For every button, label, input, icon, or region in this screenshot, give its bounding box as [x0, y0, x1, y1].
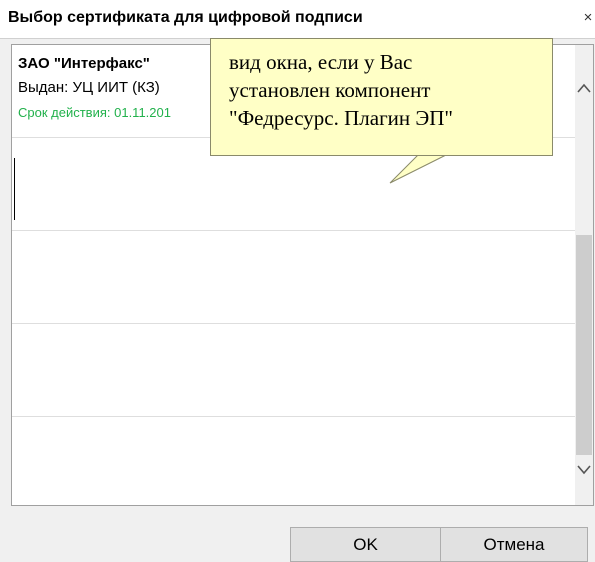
- certificate-name: ЗАО "Интерфакс": [18, 55, 150, 72]
- list-item-empty[interactable]: [12, 324, 577, 417]
- dialog-title: Выбор сертификата для цифровой подписи: [8, 9, 363, 26]
- chevron-up-icon[interactable]: [575, 77, 593, 99]
- chevron-down-icon[interactable]: [575, 459, 593, 481]
- callout-text: вид окна, если у Вас установлен компонен…: [229, 48, 549, 132]
- vertical-scrollbar[interactable]: [575, 45, 593, 505]
- ok-button[interactable]: OK: [290, 527, 440, 562]
- list-item-empty[interactable]: [12, 231, 577, 324]
- certificate-dialog: Выбор сертификата для цифровой подписи ×…: [0, 0, 595, 562]
- cancel-button[interactable]: Отмена: [440, 527, 588, 562]
- callout-line: установлен компонент: [229, 78, 431, 102]
- focus-caret: [14, 158, 15, 220]
- scroll-thumb[interactable]: [576, 235, 592, 455]
- certificate-validity: Срок действия: 01.11.201: [18, 105, 171, 120]
- close-icon[interactable]: ×: [581, 8, 595, 28]
- annotation-callout: вид окна, если у Вас установлен компонен…: [210, 38, 553, 156]
- certificate-issuer: Выдан: УЦ ИИТ (КЗ): [18, 79, 160, 96]
- title-bar: Выбор сертификата для цифровой подписи ×: [0, 0, 595, 39]
- list-item-empty[interactable]: [12, 417, 577, 505]
- callout-line: "Федресурс. Плагин ЭП": [229, 106, 454, 130]
- callout-line: вид окна, если у Вас: [229, 50, 413, 74]
